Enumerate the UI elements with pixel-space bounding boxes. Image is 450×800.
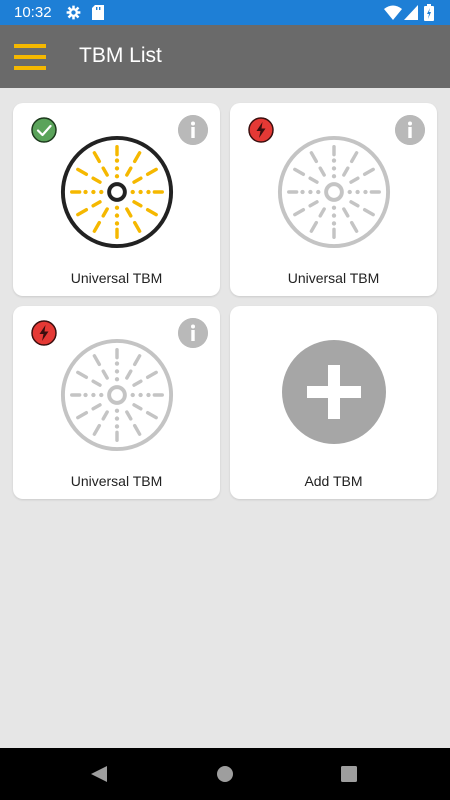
tbm-card[interactable]: Universal TBM: [13, 103, 220, 296]
tbm-card-label: Universal TBM: [287, 270, 380, 286]
add-tbm-label: Add TBM: [304, 473, 363, 489]
tbm-card-label: Universal TBM: [70, 473, 163, 489]
tbm-card[interactable]: Universal TBM: [13, 306, 220, 499]
tbm-cutterhead-icon: [60, 338, 174, 452]
hamburger-menu-button[interactable]: [14, 44, 46, 70]
add-tbm-button[interactable]: [282, 340, 386, 444]
tbm-cutterhead-icon: [277, 135, 391, 249]
battery-icon: [424, 4, 434, 21]
wifi-icon: [384, 5, 402, 20]
back-icon[interactable]: [90, 765, 108, 783]
app-bar: TBM List: [0, 25, 450, 88]
system-nav-bar: [0, 748, 450, 800]
tbm-cutterhead-icon: [60, 135, 174, 249]
status-bar: 10:32: [0, 0, 450, 25]
hamburger-icon: [14, 44, 46, 48]
info-icon[interactable]: [395, 115, 425, 145]
tbm-card-label: Universal TBM: [70, 270, 163, 286]
status-time: 10:32: [14, 4, 52, 21]
home-icon[interactable]: [216, 765, 234, 783]
recents-icon[interactable]: [341, 766, 357, 782]
add-tbm-card[interactable]: Add TBM: [230, 306, 437, 499]
plus-icon: [307, 365, 361, 419]
settings-icon: [66, 5, 81, 20]
sd-card-icon: [92, 5, 104, 20]
tbm-card[interactable]: Universal TBM: [230, 103, 437, 296]
lightning-icon: [248, 117, 274, 143]
info-icon[interactable]: [178, 318, 208, 348]
page-title: TBM List: [79, 44, 162, 67]
lightning-icon: [31, 320, 57, 346]
signal-icon: [404, 5, 418, 20]
check-icon: [31, 117, 57, 143]
info-icon[interactable]: [178, 115, 208, 145]
